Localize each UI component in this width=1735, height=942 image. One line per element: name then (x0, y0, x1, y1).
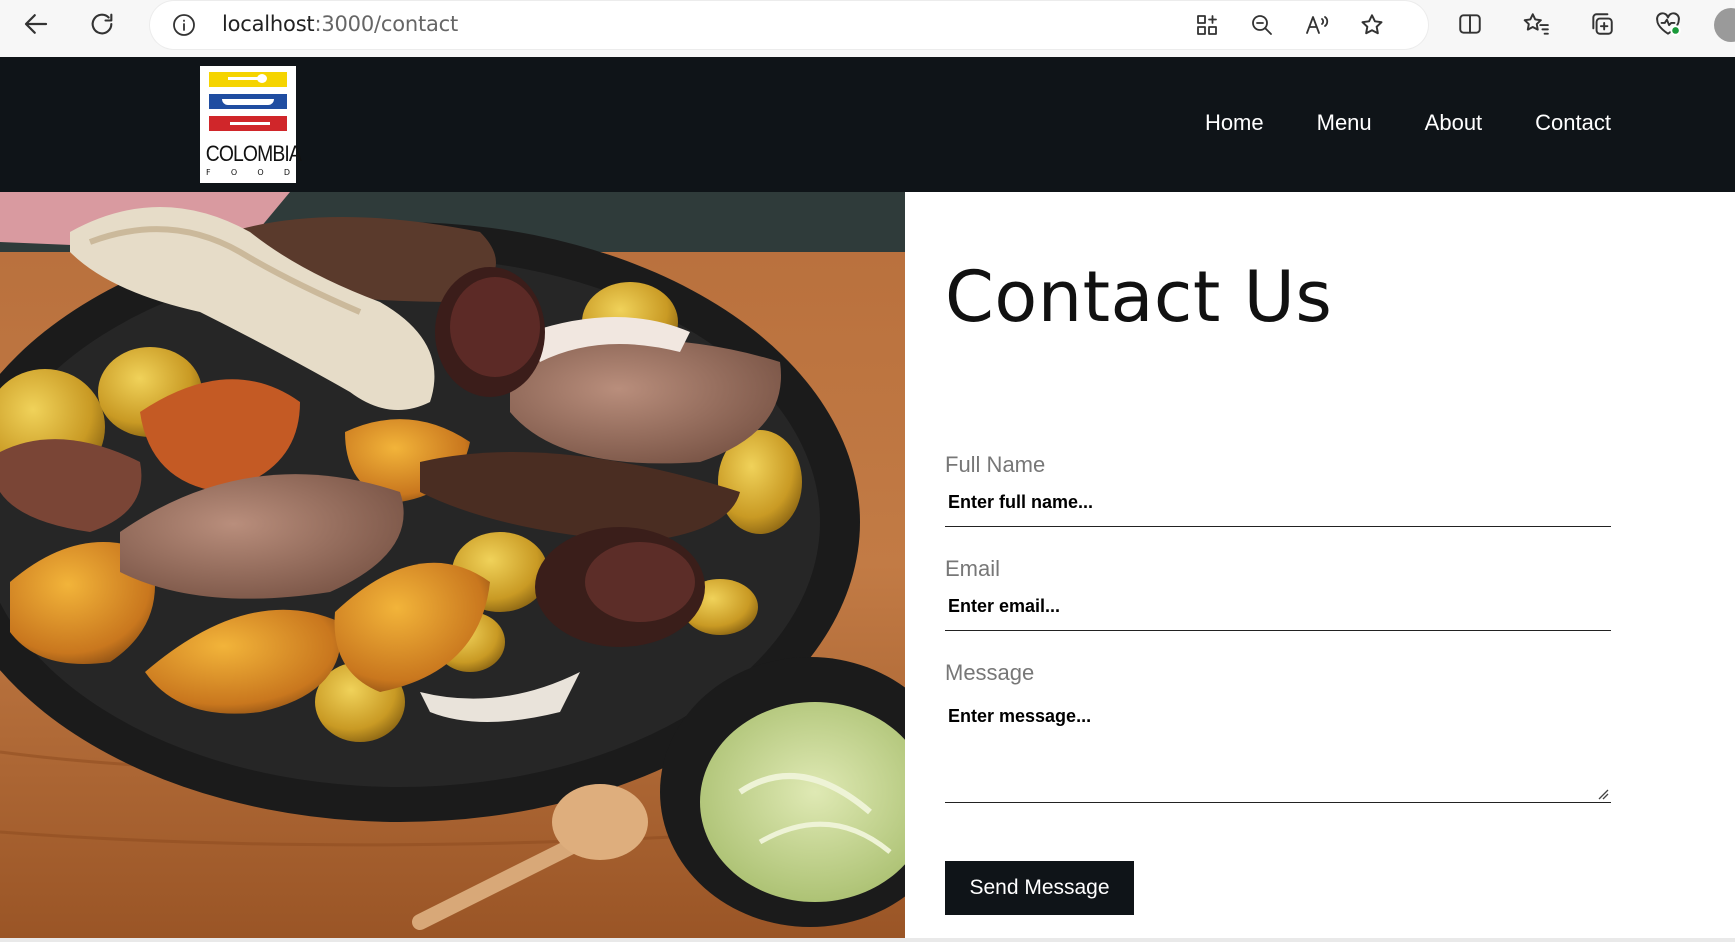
email-input[interactable]: Enter email... (945, 596, 1611, 631)
email-label: Email (945, 556, 1001, 581)
full-name-field: Full Name Enter full name... (945, 452, 1611, 527)
info-icon[interactable] (172, 13, 196, 42)
back-icon[interactable] (14, 6, 58, 42)
contact-section: Contact Us Full Name Enter full name... … (905, 192, 1735, 938)
site-logo[interactable]: COLOMBIA FOOD (200, 66, 302, 183)
food-hero-image (0, 192, 905, 938)
url-text[interactable]: localhost:3000/contact (222, 12, 458, 36)
nav-contact[interactable]: Contact (1535, 110, 1611, 136)
favorite-icon[interactable] (1355, 9, 1389, 41)
full-name-label: Full Name (945, 452, 1046, 477)
logo-dish-shape (222, 99, 274, 105)
full-name-input[interactable]: Enter full name... (945, 492, 1611, 527)
zoom-out-icon[interactable] (1245, 9, 1279, 41)
email-field: Email Enter email... (945, 556, 1611, 631)
logo-fork-shape (230, 122, 270, 125)
reload-icon[interactable] (80, 6, 124, 42)
favorites-icon[interactable] (1514, 6, 1558, 42)
apps-icon[interactable] (1190, 9, 1224, 41)
send-message-button[interactable]: Send Message (945, 861, 1134, 915)
browser-essentials-icon[interactable] (1646, 6, 1690, 42)
message-placeholder: Enter message... (948, 706, 1092, 726)
message-textarea[interactable]: Enter message... (945, 706, 1611, 803)
collections-icon[interactable] (1580, 6, 1624, 42)
site-navbar: COLOMBIA FOOD Home Menu About Contact (0, 57, 1735, 192)
nav-about[interactable]: About (1425, 110, 1483, 136)
food-platter-illustration (0, 192, 905, 938)
split-screen-icon[interactable] (1448, 6, 1492, 42)
page-title: Contact Us (945, 256, 1333, 338)
page-bottom-edge (0, 938, 1735, 942)
logo-wordmark: COLOMBIA (205, 141, 302, 166)
message-field: Message Enter message... (945, 660, 1611, 803)
address-bar[interactable]: localhost:3000/contact (150, 1, 1428, 49)
logo-spoon-bowl (257, 74, 267, 83)
logo-subtext: FOOD (206, 168, 290, 177)
main-nav: Home Menu About Contact (1205, 110, 1611, 136)
browser-toolbar: localhost:3000/contact (0, 0, 1735, 57)
read-aloud-icon[interactable] (1300, 9, 1334, 41)
profile-avatar[interactable] (1714, 8, 1735, 42)
message-label: Message (945, 660, 1035, 685)
resize-handle-icon[interactable] (1597, 788, 1609, 800)
nav-home[interactable]: Home (1205, 110, 1264, 136)
nav-menu[interactable]: Menu (1317, 110, 1372, 136)
